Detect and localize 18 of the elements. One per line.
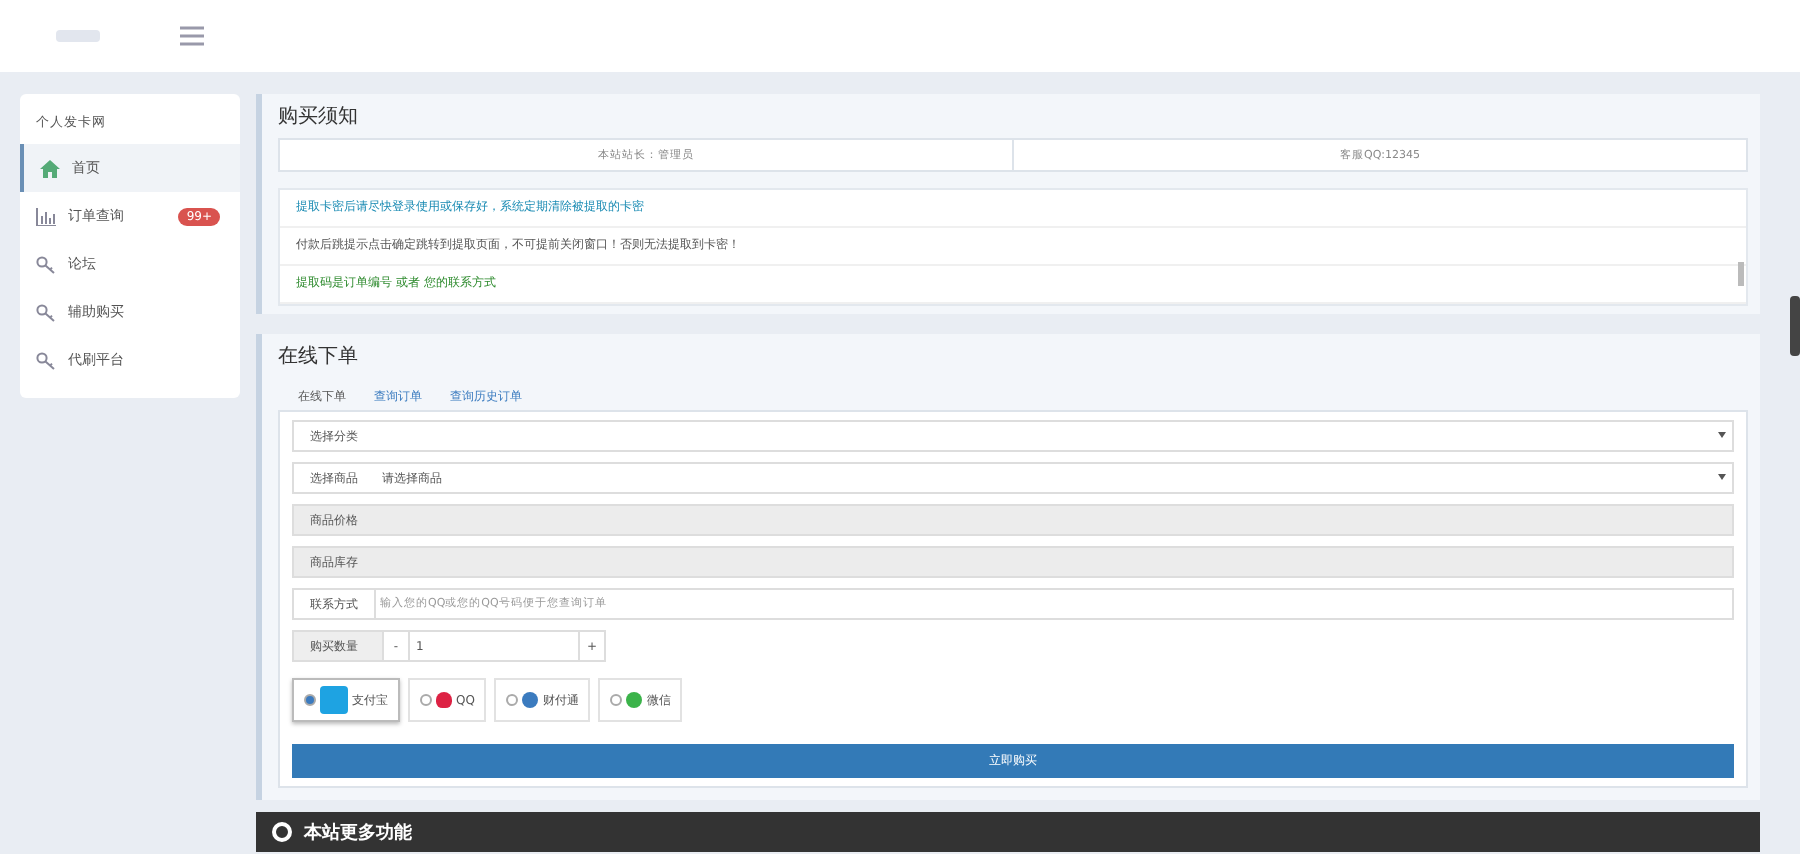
home-icon [40,159,60,177]
caret-icon [1718,474,1726,480]
key-icon [36,303,56,321]
panel-title: 购买须知 [278,104,360,130]
radio-icon [610,694,623,706]
bar-chart-icon [36,207,56,225]
panel-title: 在线下单 [278,343,360,370]
bar-title: 本站更多功能 [304,820,412,845]
key-icon [36,255,56,273]
alipay-icon [320,686,348,714]
radio-icon [304,694,316,706]
key-icon [36,351,56,369]
side-handle[interactable] [1790,296,1800,356]
caret-icon [1718,432,1726,438]
radio-icon [506,694,519,706]
radio-icon [420,694,432,706]
menu-icon[interactable] [180,26,204,46]
scrollbar[interactable] [1738,262,1744,286]
